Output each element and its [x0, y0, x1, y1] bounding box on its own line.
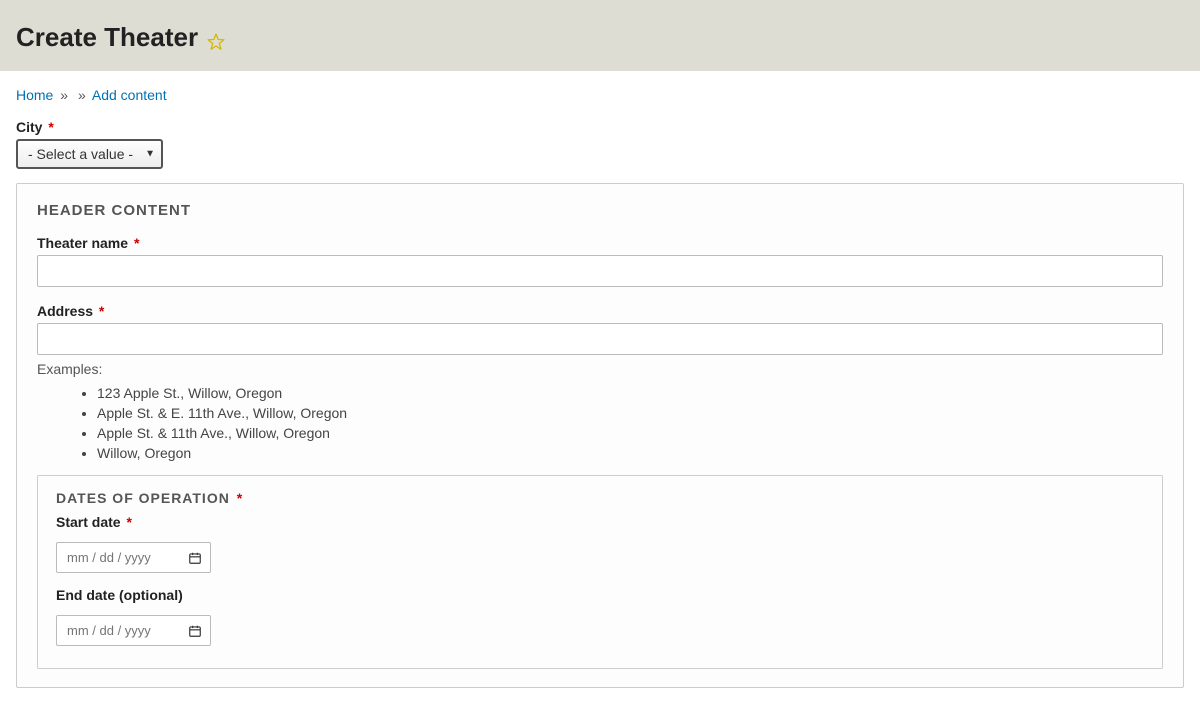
start-date-label-text: Start date	[56, 514, 121, 530]
theater-name-input[interactable]	[37, 255, 1163, 287]
start-date-label: Start date *	[56, 514, 1144, 530]
list-item: 123 Apple St., Willow, Oregon	[97, 385, 1163, 401]
page-title-text: Create Theater	[16, 22, 198, 53]
address-examples-label: Examples:	[37, 361, 1163, 377]
end-date-label: End date (optional)	[56, 587, 1144, 603]
city-label: City *	[16, 119, 1184, 135]
dates-of-operation-panel: DATES OF OPERATION * Start date *	[37, 475, 1163, 669]
required-indicator: *	[99, 303, 104, 319]
dates-heading: DATES OF OPERATION *	[56, 490, 1144, 506]
address-examples-list: 123 Apple St., Willow, Oregon Apple St. …	[97, 385, 1163, 461]
city-select-wrap: - Select a value - ▼	[16, 139, 163, 169]
breadcrumb-add-content-link[interactable]: Add content	[92, 87, 167, 103]
required-indicator: *	[134, 235, 139, 251]
header-content-heading: HEADER CONTENT	[37, 202, 1163, 219]
form-area: City * - Select a value - ▼ HEADER CONTE…	[0, 119, 1200, 708]
address-input[interactable]	[37, 323, 1163, 355]
address-label-text: Address	[37, 303, 93, 319]
page-header: Create Theater	[0, 0, 1200, 71]
breadcrumb-separator: »	[78, 87, 86, 103]
header-content-panel: HEADER CONTENT Theater name * Address * …	[16, 183, 1184, 688]
end-date-field: End date (optional)	[56, 587, 1144, 646]
required-indicator: *	[126, 514, 131, 530]
theater-name-field: Theater name *	[37, 235, 1163, 287]
breadcrumb-separator: »	[60, 87, 68, 103]
required-indicator: *	[48, 119, 53, 135]
theater-name-label-text: Theater name	[37, 235, 128, 251]
breadcrumb-home-link[interactable]: Home	[16, 87, 53, 103]
page-title: Create Theater	[16, 22, 1184, 53]
required-indicator: *	[237, 490, 243, 506]
breadcrumb: Home » » Add content	[0, 71, 1200, 119]
start-date-input[interactable]	[56, 542, 211, 573]
dates-heading-text: DATES OF OPERATION	[56, 490, 230, 506]
city-label-text: City	[16, 119, 42, 135]
theater-name-label: Theater name *	[37, 235, 1163, 251]
list-item: Apple St. & E. 11th Ave., Willow, Oregon	[97, 405, 1163, 421]
end-date-input[interactable]	[56, 615, 211, 646]
city-field: City * - Select a value - ▼	[16, 119, 1184, 169]
address-label: Address *	[37, 303, 1163, 319]
start-date-field: Start date *	[56, 514, 1144, 573]
list-item: Willow, Oregon	[97, 445, 1163, 461]
end-date-input-wrap	[56, 615, 211, 646]
star-icon[interactable]	[206, 28, 226, 48]
city-select[interactable]: - Select a value -	[16, 139, 163, 169]
address-field: Address * Examples: 123 Apple St., Willo…	[37, 303, 1163, 461]
start-date-input-wrap	[56, 542, 211, 573]
list-item: Apple St. & 11th Ave., Willow, Oregon	[97, 425, 1163, 441]
